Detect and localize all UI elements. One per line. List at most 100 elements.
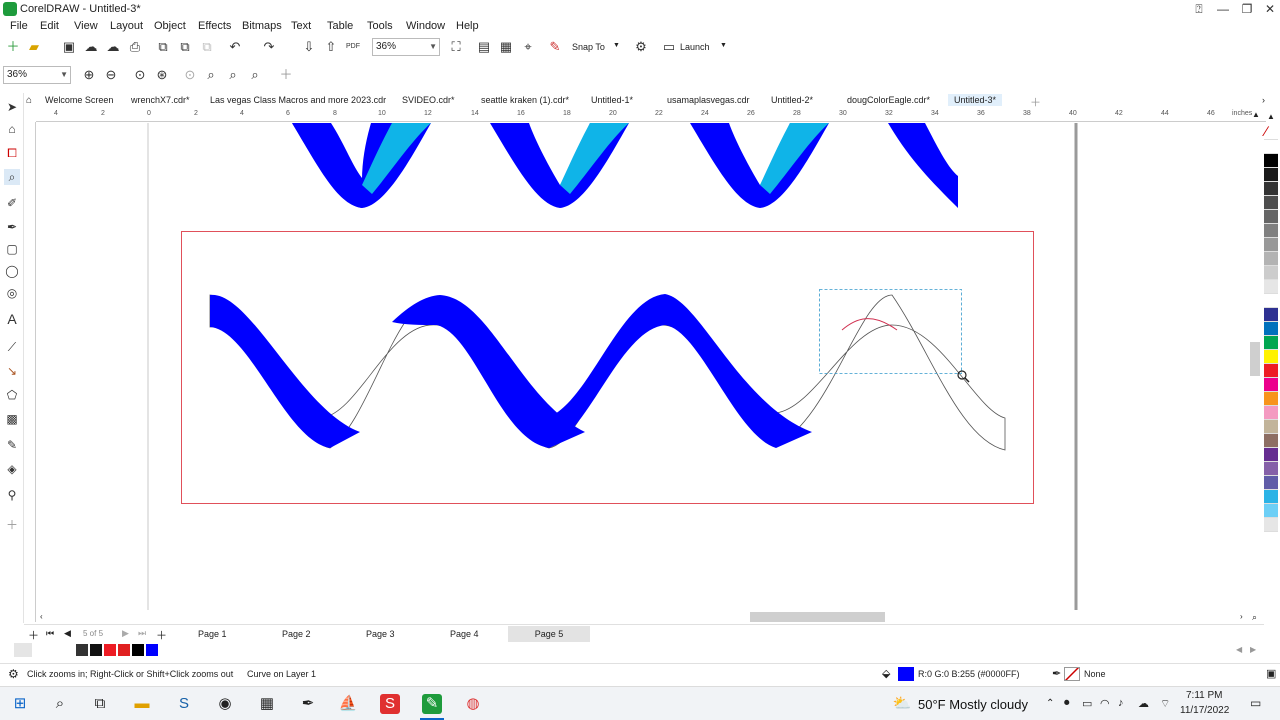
show-rulers-icon[interactable]: ▤ xyxy=(475,38,493,56)
page-tab-5[interactable]: Page 5 xyxy=(508,626,590,642)
help-window-icon[interactable]: ⍰ xyxy=(1188,0,1210,18)
tab-dougcoloreagle[interactable]: dougColorEagle.cdr* xyxy=(847,95,930,105)
shape-tool-icon[interactable]: ⌂ xyxy=(4,121,20,137)
palette-swatch[interactable] xyxy=(1264,476,1278,490)
full-screen-preview-icon[interactable]: ⛶ xyxy=(447,38,465,56)
property-zoom-combo[interactable]: 36% ▼ xyxy=(3,66,71,84)
taskbar-date[interactable]: 11/17/2022 xyxy=(1180,705,1229,716)
tab-untitled-1[interactable]: Untitled-1* xyxy=(591,95,633,105)
upper-wave-shape[interactable] xyxy=(888,123,958,208)
wave-blue-segment[interactable] xyxy=(210,294,360,448)
drawing-svg[interactable] xyxy=(37,123,1250,610)
smart-fill-tool-icon[interactable]: ⚲ xyxy=(4,487,20,503)
doc-palette-previous-icon[interactable]: ◀ xyxy=(1236,645,1242,654)
add-icon[interactable]: ＋ xyxy=(277,66,295,84)
app-globe-icon[interactable]: ◉ xyxy=(215,694,235,714)
outline-pen-icon[interactable]: ✒ xyxy=(1052,667,1061,680)
menu-bitmaps[interactable]: Bitmaps xyxy=(242,20,282,32)
next-page-icon[interactable]: ▶ xyxy=(122,628,129,639)
launch-label[interactable]: Launch xyxy=(680,42,710,52)
redo-icon[interactable]: ↷ xyxy=(260,38,278,56)
vertical-ruler[interactable] xyxy=(24,122,36,622)
parallel-dimension-tool-icon[interactable]: ⟋ xyxy=(4,339,20,355)
spiral-tool-icon[interactable]: ◎ xyxy=(4,285,20,301)
palette-swatch[interactable] xyxy=(1264,364,1278,378)
scroll-right-chevron-icon[interactable]: › xyxy=(1240,612,1243,621)
menu-help[interactable]: Help xyxy=(456,20,479,32)
tray-wifi-icon[interactable]: ◠ xyxy=(1100,697,1110,710)
zoom-to-selected-icon[interactable]: ⊙ xyxy=(131,66,149,84)
tray-battery-icon[interactable]: ▭ xyxy=(1082,697,1092,710)
palette-swatch[interactable] xyxy=(1264,434,1278,448)
maximize-button[interactable]: ❐ xyxy=(1236,0,1258,18)
zoom-to-page-icon[interactable]: ⊙ xyxy=(181,66,199,84)
page-tab-1[interactable]: Page 1 xyxy=(186,626,239,642)
transparency-tool-icon[interactable]: ▩ xyxy=(4,411,20,427)
palette-swatch[interactable] xyxy=(1264,420,1278,434)
alignment-guides-icon[interactable]: ✎ xyxy=(546,38,564,56)
app-pen-icon[interactable]: ✒ xyxy=(298,694,318,714)
weather-text[interactable]: 50°F Mostly cloudy xyxy=(918,697,1028,712)
tray-chevron-up-icon[interactable]: ⌃ xyxy=(1046,698,1054,709)
doc-swatch[interactable] xyxy=(118,644,130,656)
new-document-icon[interactable]: ＋ xyxy=(4,38,22,56)
doc-swatch[interactable] xyxy=(76,644,88,656)
snap-to-label[interactable]: Snap To xyxy=(572,42,605,52)
eyedropper-tool-icon[interactable]: ✎ xyxy=(4,437,20,453)
menu-layout[interactable]: Layout xyxy=(110,20,143,32)
crop-tool-icon[interactable]: ⧠ xyxy=(4,145,20,161)
minimize-button[interactable]: — xyxy=(1212,0,1234,18)
upper-wave-group[interactable] xyxy=(292,123,958,208)
notifications-icon[interactable]: ▭ xyxy=(1250,696,1261,710)
outline-color-swatch[interactable] xyxy=(1064,667,1080,681)
ellipse-tool-icon[interactable]: ◯ xyxy=(4,263,20,279)
tab-untitled-2[interactable]: Untitled-2* xyxy=(771,95,813,105)
coreldraw-taskbar-icon[interactable]: ✎ xyxy=(422,694,442,714)
page-tab-2[interactable]: Page 2 xyxy=(270,626,323,642)
zoom-one-shot-icon[interactable]: ⌕ xyxy=(246,66,264,84)
palette-swatch[interactable] xyxy=(1264,294,1278,308)
menu-effects[interactable]: Effects xyxy=(198,20,231,32)
zoom-to-all-objects-icon[interactable]: ⊛ xyxy=(153,66,171,84)
palette-swatch[interactable] xyxy=(1264,462,1278,476)
artistic-media-tool-icon[interactable]: ✒ xyxy=(4,219,20,235)
main-wave-group[interactable] xyxy=(209,289,1006,451)
palette-swatch[interactable] xyxy=(1264,224,1278,238)
app-boat-icon[interactable]: ⛵ xyxy=(338,694,358,714)
palette-swatch[interactable] xyxy=(1264,392,1278,406)
text-tool-icon[interactable]: A xyxy=(4,311,20,327)
print-icon[interactable]: ⎙ xyxy=(126,38,144,56)
zoom-in-icon[interactable]: ⊕ xyxy=(80,66,98,84)
tray-wifi-signal-icon[interactable]: ⌔ xyxy=(1160,697,1170,711)
page-tab-4[interactable]: Page 4 xyxy=(438,626,491,642)
palette-swatch[interactable] xyxy=(1264,490,1278,504)
tab-welcome-screen[interactable]: Welcome Screen xyxy=(45,95,113,105)
cloud-download-icon[interactable]: ☁ xyxy=(104,38,122,56)
tab-seattle-kraken[interactable]: seattle kraken (1).cdr* xyxy=(481,95,569,105)
menu-text[interactable]: Text xyxy=(291,20,311,32)
tab-svideo[interactable]: SVIDEO.cdr* xyxy=(402,95,455,105)
new-tab-icon[interactable]: ＋ xyxy=(1030,94,1041,110)
drawing-canvas[interactable] xyxy=(37,123,1250,610)
palette-swatch[interactable] xyxy=(1264,280,1278,294)
tab-las-vegas-class[interactable]: Las vegas Class Macros and more 2023.cdr xyxy=(210,95,386,105)
tab-usamaplasvegas[interactable]: usamaplasvegas.cdr xyxy=(667,95,750,105)
selection-box[interactable] xyxy=(819,289,962,374)
palette-swatch[interactable] xyxy=(1264,336,1278,350)
tray-mic-icon[interactable]: ⏺ xyxy=(1064,697,1070,710)
add-page-after-icon[interactable]: ＋ xyxy=(156,627,167,643)
export-pdf-icon[interactable]: PDF xyxy=(344,38,362,56)
menu-edit[interactable]: Edit xyxy=(40,20,59,32)
copy-icon[interactable]: ⧉ xyxy=(176,38,194,56)
snap-to-chevron-down-icon[interactable]: ▼ xyxy=(613,42,620,49)
first-page-icon[interactable]: ⏮ xyxy=(46,628,54,639)
cut-icon[interactable]: ⧉ xyxy=(154,38,172,56)
taskbar-time[interactable]: 7:11 PM xyxy=(1186,690,1223,701)
palette-swatch[interactable] xyxy=(1264,154,1278,168)
palette-swatch[interactable] xyxy=(1264,322,1278,336)
close-button[interactable]: ✕ xyxy=(1259,0,1280,18)
paste-icon[interactable]: ⧉ xyxy=(198,38,216,56)
palette-swatch[interactable] xyxy=(1264,266,1278,280)
add-page-before-icon[interactable]: ＋ xyxy=(28,627,39,643)
launch-chevron-down-icon[interactable]: ▼ xyxy=(720,42,727,49)
